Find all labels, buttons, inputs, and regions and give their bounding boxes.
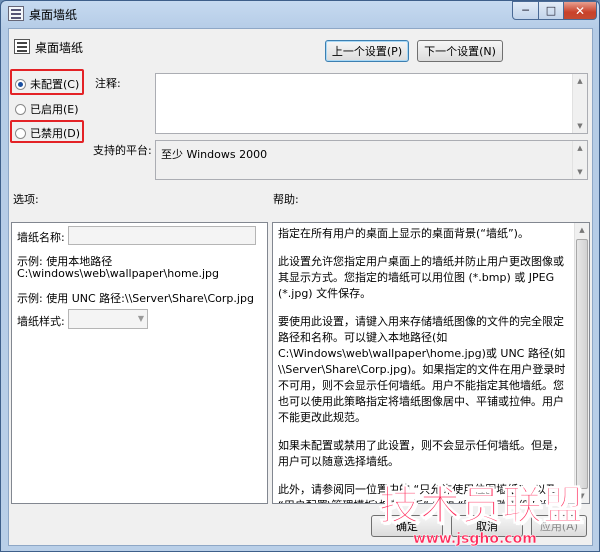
radio-not-configured[interactable]: 未配置(C) (15, 76, 79, 92)
options-panel: 墙纸名称: 示例: 使用本地路径 C:\windows\web\wallpape… (11, 222, 268, 504)
policy-icon (8, 6, 24, 21)
help-scrollbar[interactable]: ▲ ▼ (574, 223, 589, 503)
next-setting-button[interactable]: 下一个设置(N) (417, 40, 503, 62)
help-paragraph: 指定在所有用户的桌面上显示的桌面背景(“墙纸”)。 (278, 227, 529, 240)
options-label: 选项: (13, 193, 39, 206)
radio-indicator (15, 103, 26, 115)
scroll-down-icon[interactable]: ▼ (573, 119, 587, 133)
help-paragraph: 此设置允许您指定用户桌面上的墙纸并防止用户更改图像或其显示方式。您指定的墙纸可以… (278, 255, 564, 300)
radio-indicator (15, 127, 26, 139)
minimize-button[interactable]: ─ (512, 1, 539, 20)
scroll-up-icon[interactable]: ▲ (573, 74, 587, 88)
wallpaper-name-label: 墙纸名称: (17, 231, 65, 244)
wallpaper-style-select[interactable]: ▼ (68, 309, 148, 329)
setting-title: 桌面墙纸 (35, 41, 84, 55)
window-title: 桌面墙纸 (29, 8, 78, 22)
setting-icon (14, 39, 30, 54)
watermark-logo: 技术员联盟 (379, 483, 584, 529)
scroll-up-icon[interactable]: ▲ (573, 141, 587, 155)
platform-field: 至少 Windows 2000 ▲ ▼ (155, 140, 588, 180)
example-unc: 示例: 使用 UNC 路径:\\Server\Share\Corp.jpg (17, 292, 254, 305)
radio-enabled[interactable]: 已启用(E) (15, 101, 79, 117)
platform-label: 支持的平台: (93, 144, 152, 157)
radio-label: 已启用(E) (30, 103, 79, 116)
help-panel: 指定在所有用户的桌面上显示的桌面背景(“墙纸”)。 此设置允许您指定用户桌面上的… (272, 222, 590, 504)
comment-textarea[interactable]: ▲ ▼ (155, 73, 588, 134)
scroll-thumb[interactable] (576, 239, 588, 489)
help-paragraph: 要使用此设置，请键入用来存储墙纸图像的文件的完全限定路径和名称。可以键入本地路径… (278, 315, 566, 424)
platform-value: 至少 Windows 2000 (161, 148, 268, 161)
minimize-icon: ─ (522, 4, 529, 17)
wallpaper-style-label: 墙纸样式: (17, 315, 65, 328)
comment-scrollbar[interactable]: ▲ ▼ (572, 74, 587, 133)
radio-label: 已禁用(D) (30, 127, 81, 140)
radio-indicator (15, 78, 26, 90)
chevron-down-icon: ▼ (137, 314, 144, 323)
comment-label: 注释: (95, 77, 121, 90)
help-paragraph: 如果未配置或禁用了此设置，则不会显示任何墙纸。但是，用户可以随意选择墙纸。 (278, 439, 564, 468)
maximize-button[interactable]: □ (538, 1, 564, 20)
title-bar[interactable]: 桌面墙纸 ─ □ ✕ (1, 1, 599, 27)
dialog-client: 桌面墙纸 上一个设置(P) 下一个设置(N) 未配置(C) 已启用(E) 已禁用… (8, 28, 593, 546)
watermark-url: www.jsgho.com (413, 531, 537, 548)
close-button[interactable]: ✕ (563, 1, 597, 20)
help-text: 指定在所有用户的桌面上显示的桌面背景(“墙纸”)。 此设置允许您指定用户桌面上的… (278, 226, 568, 503)
close-icon: ✕ (574, 3, 586, 18)
dialog-window: 桌面墙纸 ─ □ ✕ 桌面墙纸 上一个设置(P) 下一个设置(N) 未配置(C)… (0, 0, 600, 552)
example-local-line2: C:\windows\web\wallpaper\home.jpg (17, 267, 219, 280)
maximize-icon: □ (545, 4, 557, 17)
help-label: 帮助: (273, 193, 299, 206)
scroll-down-icon[interactable]: ▼ (573, 165, 587, 179)
scroll-up-icon[interactable]: ▲ (575, 223, 589, 237)
prev-setting-button[interactable]: 上一个设置(P) (325, 40, 409, 62)
radio-disabled[interactable]: 已禁用(D) (15, 125, 80, 141)
radio-label: 未配置(C) (30, 78, 80, 91)
platform-scrollbar[interactable]: ▲ ▼ (572, 141, 587, 179)
wallpaper-name-input[interactable] (68, 226, 256, 245)
